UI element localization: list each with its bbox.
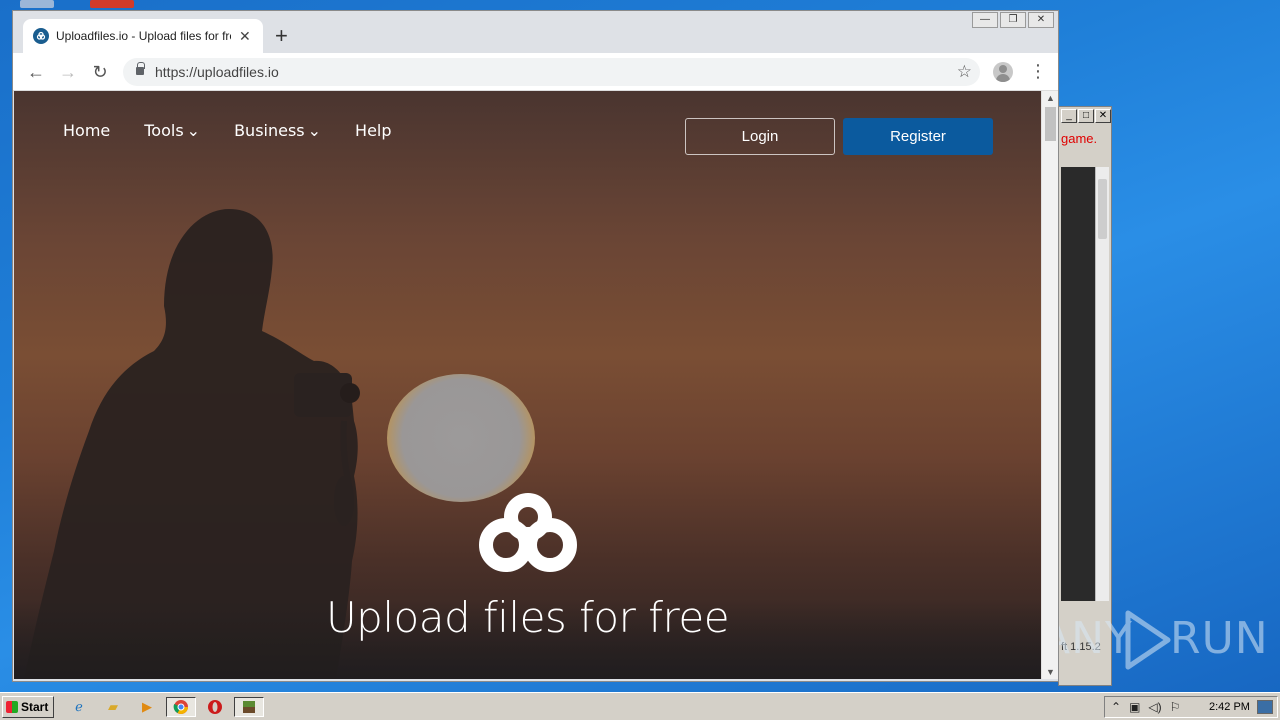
scrollbar[interactable] [1095,167,1109,601]
media-player-icon[interactable]: ▶ [136,697,158,717]
background-app-window[interactable]: _ □ ✕ game. ft 1.15.2 [1058,106,1112,686]
browser-toolbar: ← → ↻ https://uploadfiles.io ☆ ⋮ [13,53,1058,91]
bookmark-star-icon[interactable]: ☆ [957,62,972,82]
register-button[interactable]: Register [843,118,993,155]
back-arrow-icon[interactable]: ← [25,61,47,83]
network-icon[interactable]: ▣ [1129,700,1140,714]
chrome-taskbar-icon[interactable] [166,697,196,717]
start-label: Start [21,700,49,714]
opera-icon[interactable] [204,697,226,717]
uploadfiles-logo-icon [479,493,577,572]
close-button[interactable]: ✕ [1095,109,1111,123]
action-center-flag-icon[interactable]: ⚐ [1170,700,1181,714]
desktop-icon[interactable] [90,0,134,8]
maximize-button[interactable]: □ [1078,109,1094,123]
desktop-icon[interactable] [20,0,54,8]
url-text[interactable]: https://uploadfiles.io [155,64,279,80]
tab-title: Uploadfiles.io - Upload files for free, [56,29,231,43]
site-navigation: Home Tools ⌄ Business ⌄ Help [63,121,392,140]
address-bar[interactable]: https://uploadfiles.io ☆ [123,58,980,86]
lock-icon[interactable] [136,62,145,75]
system-tray: ⌃ ▣ ◁) ⚐ 2:42 PM [1104,696,1278,718]
internet-explorer-icon[interactable]: ℯ [68,697,90,717]
nav-help[interactable]: Help [355,121,391,140]
profile-avatar-icon[interactable] [993,62,1013,82]
start-button[interactable]: Start [2,696,54,718]
windows-flag-icon [6,701,18,713]
window-controls: — ❐ ✕ [972,12,1054,28]
show-desktop-icon[interactable] [1257,700,1273,714]
browser-window: — ❐ ✕ Uploadfiles.io - Upload files for … [12,10,1059,682]
nav-business[interactable]: Business ⌄ [234,121,321,140]
browser-tab[interactable]: Uploadfiles.io - Upload files for free, … [23,19,263,53]
app-message: game. [1061,131,1098,146]
anyrun-watermark: ANY RUN [1040,605,1268,675]
play-icon [1125,610,1171,670]
scroll-down-icon[interactable]: ▼ [1046,667,1055,677]
tray-icons: ⌃ ▣ ◁) ⚐ [1111,700,1180,714]
minimize-button[interactable]: — [972,12,998,28]
restore-button[interactable]: ❐ [1000,12,1026,28]
minecraft-icon[interactable] [234,697,264,717]
page-scrollbar[interactable]: ▲ ▼ [1041,91,1058,679]
login-button[interactable]: Login [685,118,835,155]
minimize-button[interactable]: _ [1061,109,1077,123]
scroll-up-icon[interactable]: ▲ [1046,93,1055,103]
app-console [1061,167,1095,601]
photographer-silhouette [24,209,360,679]
reload-icon[interactable]: ↻ [89,61,111,83]
nav-home[interactable]: Home [63,121,110,140]
volume-icon[interactable]: ◁) [1148,700,1161,714]
nav-tools[interactable]: Tools ⌄ [144,121,200,140]
clock[interactable]: 2:42 PM [1209,701,1250,713]
nav-tools-label: Tools [144,121,184,140]
uploadfiles-favicon [33,28,49,44]
scroll-thumb[interactable] [1045,107,1056,141]
folder-icon[interactable]: ▰ [102,697,124,717]
menu-dots-icon[interactable]: ⋮ [1029,61,1047,81]
close-window-button[interactable]: ✕ [1028,12,1054,28]
taskbar: Start ℯ ▰ ▶ ⌃ ▣ ◁) ⚐ 2:42 PM [0,692,1280,720]
webpage: Home Tools ⌄ Business ⌄ Help Login Registe… [14,91,1041,679]
chevron-down-icon: ⌄ [186,121,201,140]
watermark-text-run: RUN [1170,613,1269,664]
chevron-down-icon: ⌄ [307,121,322,140]
new-tab-button[interactable]: + [275,25,288,47]
close-tab-icon[interactable]: ✕ [239,28,251,45]
show-hidden-icons-icon[interactable]: ⌃ [1111,700,1121,714]
hero-headline: Upload files for free [325,593,730,642]
forward-arrow-icon[interactable]: → [57,61,79,83]
background-window-controls: _ □ ✕ [1059,109,1113,127]
nav-business-label: Business [234,121,305,140]
